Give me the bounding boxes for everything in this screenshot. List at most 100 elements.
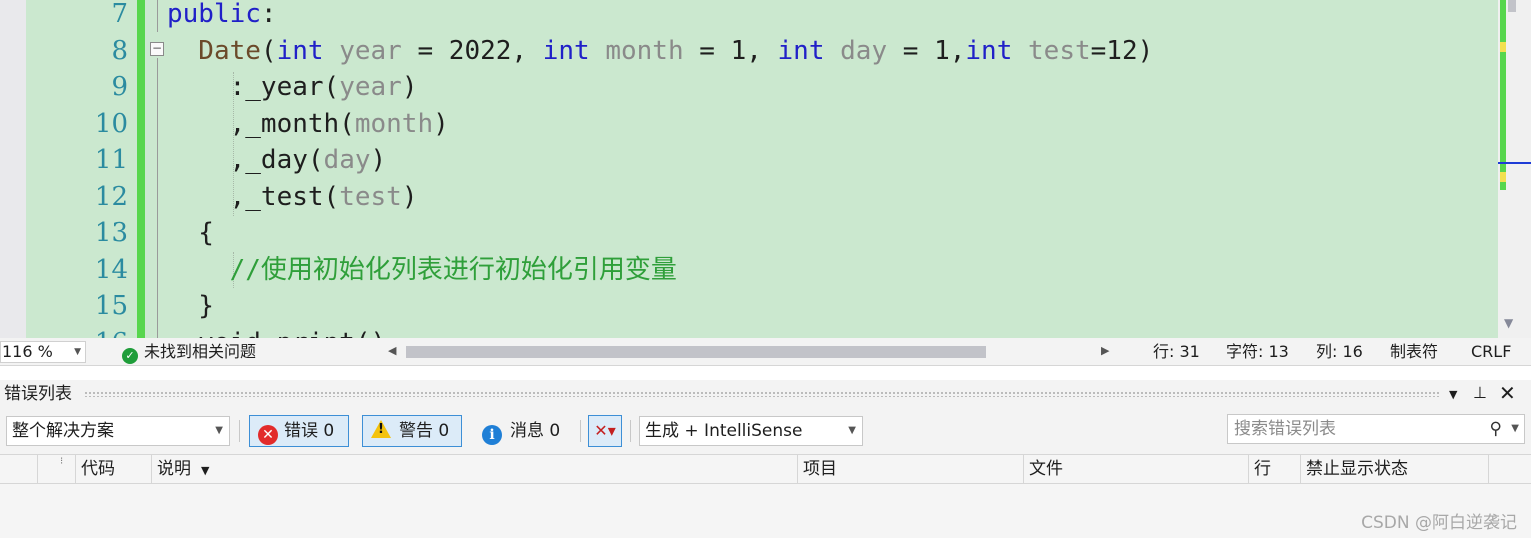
column-header-icon[interactable] [0, 455, 38, 483]
code-token: ,_test( [167, 181, 340, 212]
column-header-line[interactable]: 行 [1249, 455, 1301, 483]
line-ending-indicator[interactable]: CRLF [1471, 342, 1511, 362]
column-header-file[interactable]: 文件 [1024, 455, 1249, 483]
code-token: { [167, 218, 214, 248]
errors-filter-button[interactable]: ✕ 错误 0 [249, 415, 349, 447]
code-token: int [965, 35, 1013, 66]
chevron-down-icon: ▼ [215, 425, 223, 436]
error-list-toolbar: 整个解决方案 ▼ ✕ 错误 0 ! 警告 0 i 消息 0 ✕▾ 生成 + Intel… [0, 408, 1531, 454]
chevron-down-icon[interactable]: ▼ [1511, 415, 1519, 443]
code-token: ) [401, 181, 418, 212]
line-number: 13 [94, 218, 128, 248]
change-tracking-bar [137, 0, 145, 338]
code-line[interactable]: ,_day(day) [167, 142, 387, 178]
separator [239, 420, 240, 442]
column-label: 文件 [1029, 459, 1063, 479]
code-line[interactable]: { [167, 215, 214, 251]
close-icon[interactable]: ✕ [1499, 383, 1516, 403]
zoom-dropdown[interactable]: 116 % ▼ [0, 341, 86, 363]
code-token: month [354, 108, 434, 139]
issues-text: 未找到相关问题 [144, 342, 257, 361]
warnings-label: 警告 0 [399, 421, 450, 441]
code-line[interactable]: //使用初始化列表进行初始化引用变量 [167, 252, 677, 288]
panel-drag-handle[interactable] [84, 391, 1439, 397]
scroll-left-icon[interactable]: ◀ [388, 344, 396, 357]
scrollbar-change-marker [1500, 172, 1506, 182]
column-header-description[interactable]: 说明 ▼ [152, 455, 798, 483]
separator [630, 420, 631, 442]
warnings-filter-button[interactable]: ! 警告 0 [362, 415, 462, 447]
code-line[interactable]: ,_month(month) [167, 106, 449, 142]
column-header-code[interactable]: 代码 [76, 455, 152, 483]
editor-status-bar: 116 % ▼ ✓ 未找到相关问题 ◀ ▶ 行: 31 字符: 13 列: 16 … [0, 338, 1531, 366]
collapse-icon[interactable]: − [150, 42, 164, 56]
char-indicator[interactable]: 字符: 13 [1226, 342, 1289, 362]
code-token: year [323, 35, 402, 66]
chevron-down-icon[interactable]: ▼ [201, 464, 209, 477]
scroll-down-icon[interactable]: ▼ [1504, 316, 1513, 330]
horizontal-scrollbar-thumb[interactable] [406, 346, 986, 358]
chevron-down-icon: ▼ [74, 347, 81, 357]
build-filter-value: 生成 + IntelliSense [645, 421, 803, 441]
error-list-header: 错误列表 ▼ ⊥ ✕ [0, 380, 1531, 408]
code-token: } [167, 291, 214, 321]
pin-icon[interactable]: ⊥ [1473, 383, 1487, 403]
code-token: int [276, 35, 324, 66]
messages-filter-button[interactable]: i 消息 0 [473, 415, 573, 447]
column-header-project[interactable]: 项目 [798, 455, 1024, 483]
code-editor[interactable]: 78910111213141516 − public: Date(int yea… [0, 0, 1531, 338]
line-number: 11 [94, 145, 128, 175]
code-token: test [339, 181, 402, 212]
code-token: int [777, 35, 825, 66]
error-list-columns: ⁝ 代码 说明 ▼ 项目 文件 行 禁止显示状态 [0, 454, 1531, 484]
code-token: month [589, 35, 684, 66]
code-line[interactable]: public: [167, 0, 277, 32]
warning-icon: ! [371, 420, 391, 438]
column-indicator[interactable]: 列: 16 [1316, 342, 1363, 362]
code-token: = 1, [683, 35, 778, 66]
code-token: day [323, 145, 371, 175]
code-token: year [339, 72, 402, 102]
line-number: 10 [94, 108, 128, 139]
panel-title: 错误列表 [4, 384, 72, 404]
tabs-indicator[interactable]: 制表符 [1390, 342, 1438, 362]
code-line[interactable]: ,_test(test) [167, 179, 418, 215]
sort-icon[interactable]: ⁝ [38, 455, 76, 483]
code-token: ) [370, 145, 387, 175]
code-line[interactable]: Date(int year = 2022, int month = 1, int… [167, 33, 1153, 69]
line-number: 16 [28, 325, 128, 339]
scrollbar-thumb[interactable] [1508, 0, 1516, 12]
scroll-right-icon[interactable]: ▶ [1101, 344, 1109, 357]
filter-icon[interactable]: ✕▾ [588, 415, 622, 447]
line-indicator[interactable]: 行: 31 [1153, 342, 1200, 362]
code-text-area[interactable]: public: Date(int year = 2022, int month … [167, 0, 1497, 338]
search-icon[interactable]: ⚲ [1490, 415, 1502, 443]
code-token: ( [260, 35, 277, 66]
code-line[interactable]: :_year(year) [167, 69, 418, 105]
search-placeholder: 搜索错误列表 [1234, 419, 1336, 439]
code-line[interactable]: void print() [167, 325, 386, 339]
search-input[interactable]: 搜索错误列表 ⚲ ▼ [1227, 414, 1525, 444]
code-line[interactable]: } [167, 288, 214, 324]
code-token: ) [401, 72, 418, 102]
scrollbar-change-marker [1500, 42, 1506, 52]
error-icon: ✕ [258, 425, 278, 445]
messages-label: 消息 0 [510, 421, 561, 441]
issues-indicator[interactable]: ✓ 未找到相关问题 [122, 342, 257, 364]
column-header-suppression[interactable]: 禁止显示状态 [1301, 455, 1489, 483]
line-number: 12 [94, 181, 128, 212]
watermark: CSDN @阿白逆袭记 [1361, 513, 1517, 533]
build-filter-dropdown[interactable]: 生成 + IntelliSense ▼ [639, 416, 863, 446]
column-label: 代码 [81, 459, 115, 479]
code-token: day [824, 35, 888, 66]
chevron-down-icon[interactable]: ▼ [1449, 385, 1457, 405]
check-circle-icon: ✓ [122, 348, 138, 364]
code-token: void print() [167, 328, 386, 339]
error-list-body [0, 484, 1531, 538]
code-token: int [542, 35, 590, 66]
vertical-scrollbar[interactable]: ▼ [1498, 0, 1531, 338]
scope-dropdown[interactable]: 整个解决方案 ▼ [6, 416, 230, 446]
errors-label: 错误 0 [284, 421, 335, 441]
column-label: 说明 [157, 459, 191, 479]
separator [580, 420, 581, 442]
